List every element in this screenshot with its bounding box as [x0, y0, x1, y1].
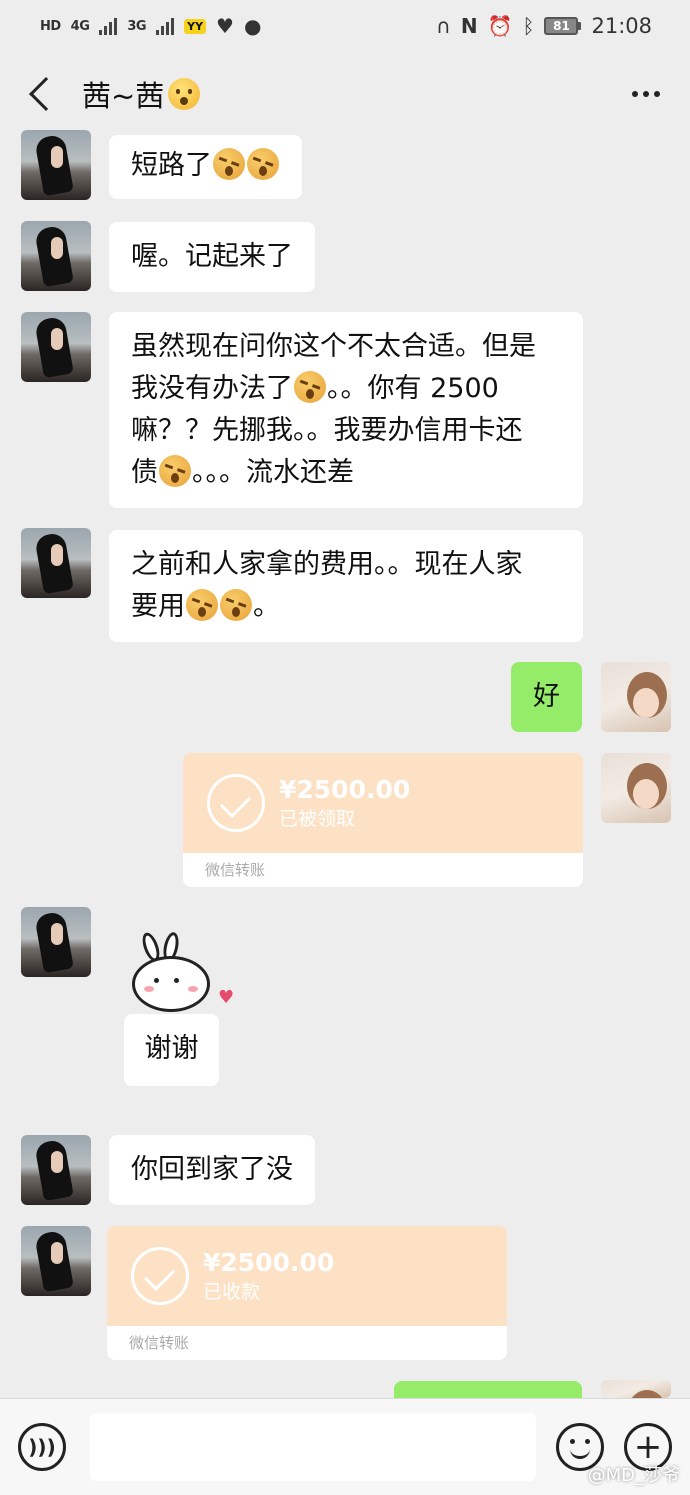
- health-icon: ♥: [216, 14, 234, 38]
- message-text: 喔。记起来了: [131, 241, 293, 272]
- battery-level: 81: [544, 17, 579, 35]
- contact-avatar[interactable]: [21, 1226, 91, 1296]
- sticker-caption: 谢谢: [144, 1033, 199, 1064]
- message-bubble[interactable]: 你回到家了没: [109, 1135, 315, 1205]
- signal-icon-2: [156, 17, 175, 35]
- network-4g-indicator: 4G: [70, 18, 90, 34]
- my-avatar[interactable]: [601, 753, 671, 823]
- message-bubble[interactable]: 喔。记起来了: [109, 222, 315, 292]
- message-bubble[interactable]: 之前和人家拿的费用。。现在人家 要用 。: [109, 530, 583, 642]
- chat-title-text: 茜~茜: [82, 79, 165, 113]
- nfc-icon: N: [460, 14, 478, 38]
- my-message-bubble[interactable]: 好: [511, 662, 582, 732]
- my-avatar[interactable]: [601, 1380, 671, 1398]
- message-bubble[interactable]: 虽然现在问你这个不太合适。但是 我没有办法了 。。你有 2500 嘛？？先挪我。。…: [109, 312, 583, 508]
- alarm-icon: ⏰: [487, 14, 513, 38]
- message-line: 。: [253, 591, 280, 622]
- message-input[interactable]: [90, 1413, 536, 1481]
- message-line: 虽然现在问你这个不太合适。但是: [131, 331, 536, 362]
- cry-emoji-icon: [186, 589, 218, 621]
- bunny-sticker[interactable]: ♥: [130, 930, 240, 1012]
- heart-icon: ♥: [218, 987, 235, 1008]
- transfer-label: 微信转账: [205, 861, 266, 879]
- headset-icon: ∩: [436, 14, 451, 38]
- contact-avatar[interactable]: [21, 221, 91, 291]
- cry-emoji-icon: [294, 371, 326, 403]
- signal-icon: [99, 17, 118, 35]
- back-icon[interactable]: [29, 77, 63, 111]
- status-left: HD 4G 3G YY ♥ ●: [40, 14, 261, 38]
- message-line: 债: [131, 457, 158, 488]
- contact-avatar[interactable]: [21, 130, 91, 200]
- status-bar: HD 4G 3G YY ♥ ● ∩ N ⏰ ᛒ 81 21:08: [0, 0, 690, 52]
- cry-emoji-icon: [159, 455, 191, 487]
- voice-input-icon[interactable]: ))): [18, 1423, 66, 1471]
- network-3g-indicator: 3G: [127, 18, 147, 34]
- message-text: 你回到家了没: [131, 1154, 293, 1185]
- my-message-bubble[interactable]: [394, 1381, 582, 1398]
- transfer-label: 微信转账: [129, 1334, 190, 1352]
- input-bar: ))) +: [0, 1398, 690, 1495]
- cry-emoji-icon: [247, 148, 279, 180]
- contact-avatar[interactable]: [21, 312, 91, 382]
- hd-indicator: HD: [40, 18, 61, 34]
- cry-emoji-icon: [213, 148, 245, 180]
- yy-app-icon: YY: [184, 18, 207, 34]
- clock: 21:08: [591, 14, 652, 38]
- message-line: 。。。流水还差: [192, 457, 354, 488]
- message-bubble[interactable]: 短路了: [109, 135, 302, 199]
- message-line: 之前和人家拿的费用。。现在人家: [131, 549, 523, 580]
- check-icon: [131, 1247, 189, 1305]
- contact-avatar[interactable]: [21, 1135, 91, 1205]
- check-icon: [207, 774, 265, 832]
- surprised-emoji-icon: [168, 78, 201, 110]
- sticker-caption-bubble[interactable]: 谢谢: [124, 1014, 219, 1086]
- message-line: 。。你有 2500: [327, 373, 499, 404]
- contact-avatar[interactable]: [21, 907, 91, 977]
- my-avatar[interactable]: [601, 662, 671, 732]
- transfer-status: 已收款: [203, 1281, 261, 1303]
- cry-emoji-icon: [220, 589, 252, 621]
- transfer-status: 已被领取: [279, 808, 356, 830]
- more-options-icon[interactable]: [632, 91, 660, 97]
- transfer-amount: ¥2500.00: [203, 1248, 335, 1277]
- chat-title: 茜~茜: [82, 73, 201, 115]
- contact-avatar[interactable]: [21, 528, 91, 598]
- message-line: 嘛？？先挪我。。我要办信用卡还: [131, 415, 523, 446]
- bluetooth-icon: ᛒ: [522, 14, 535, 38]
- watermark: @MD_莎爷: [587, 1465, 680, 1486]
- status-right: ∩ N ⏰ ᛒ 81 21:08: [436, 14, 652, 38]
- message-text: 好: [533, 681, 560, 712]
- message-line: 我没有办法了: [131, 373, 293, 404]
- message-text: 短路了: [131, 150, 212, 181]
- transfer-amount: ¥2500.00: [279, 775, 411, 804]
- chat-header: 茜~茜: [0, 52, 690, 136]
- battery-icon: 81: [544, 17, 582, 35]
- transfer-card[interactable]: ¥2500.00 已被领取 微信转账: [183, 753, 583, 887]
- message-line: 要用: [131, 591, 185, 622]
- transfer-card[interactable]: ¥2500.00 已收款 微信转账: [107, 1226, 507, 1360]
- wechat-icon: ●: [243, 14, 262, 38]
